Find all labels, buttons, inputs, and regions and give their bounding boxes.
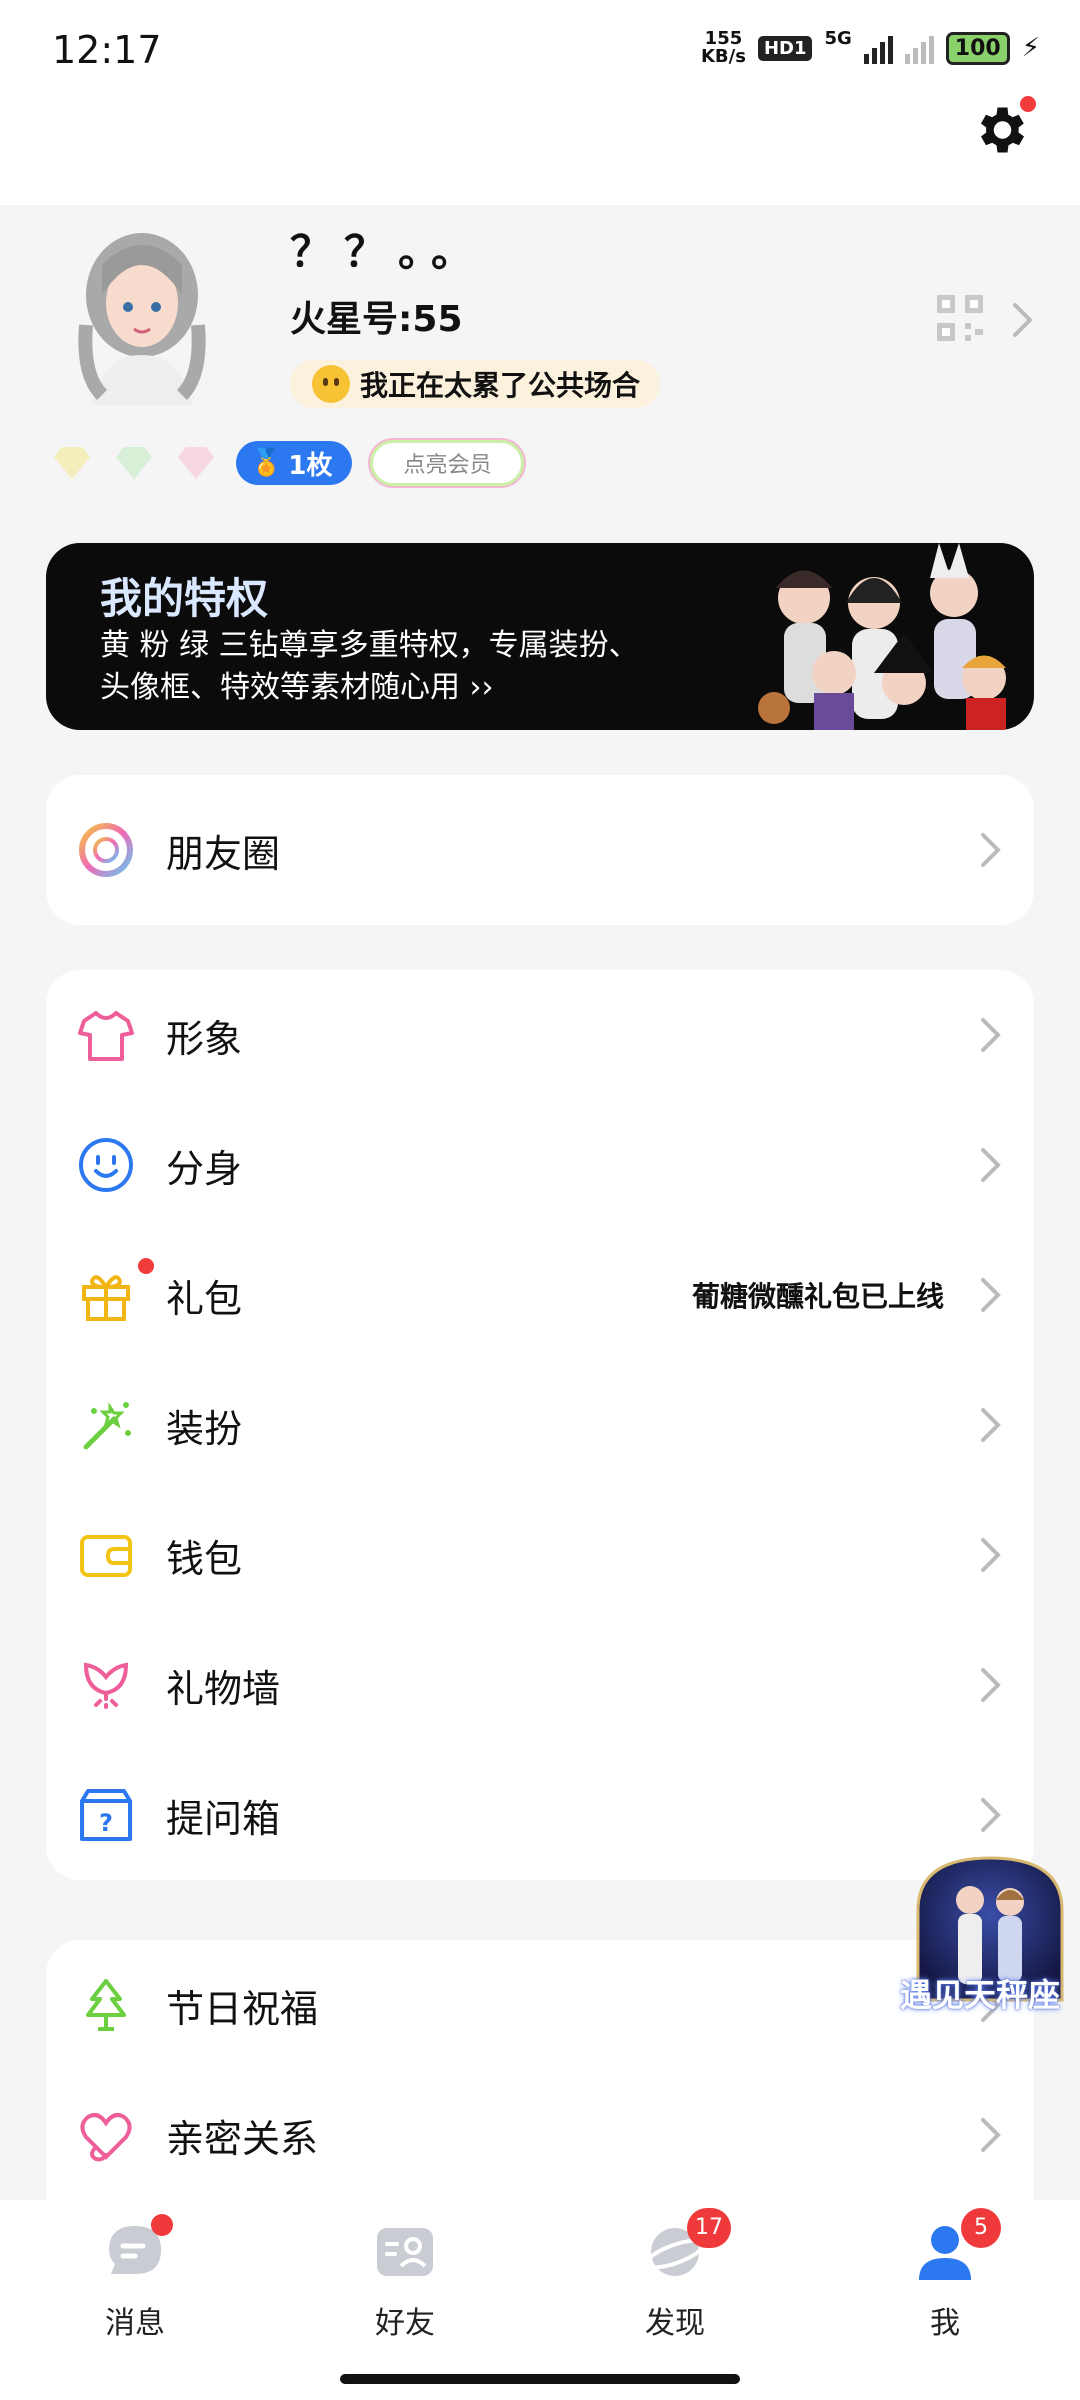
hd-indicator: HD1 (757, 35, 813, 61)
row-label: 朋友圈 (166, 831, 281, 876)
friends-icon (377, 2228, 433, 2276)
profile-id: 火星号:55 (290, 299, 463, 340)
settings-notification-dot (1020, 96, 1036, 112)
signal-2-icon (904, 32, 934, 64)
chevron-right-icon (981, 833, 1001, 867)
tab-label: 好友 (375, 2306, 435, 2341)
chevron-right-icon (981, 1018, 1001, 1052)
row-wallet[interactable]: 钱包 (46, 1490, 1034, 1620)
me-badge: 5 (961, 2208, 1001, 2248)
row-label: 礼包 (166, 1276, 243, 1321)
moments-card: 朋友圈 (46, 775, 1034, 925)
chevron-right-icon (981, 1278, 1001, 1312)
emoji-icon (312, 365, 350, 403)
status-icons: 155 KB/s HD1 5G 100 ⚡ (700, 27, 1040, 67)
signal-icon (863, 32, 893, 64)
chevron-right-icon[interactable] (1010, 300, 1036, 340)
tab-label: 发现 (645, 2306, 705, 2341)
tab-label: 消息 (105, 2306, 165, 2341)
shirt-icon (78, 1011, 134, 1061)
bottom-nav: 消息 好友 17 发现 5 我 (0, 2200, 1080, 2400)
row-moments[interactable]: 朋友圈 (46, 775, 1034, 925)
qr-code-icon[interactable] (935, 293, 985, 343)
chevron-right-icon (981, 1668, 1001, 1702)
tab-label: 我 (930, 2306, 960, 2341)
wallet-icon (80, 1535, 132, 1577)
medal-icon: 🏅 (250, 448, 283, 478)
status-bar: 12:17 155 KB/s HD1 5G 100 ⚡ (0, 0, 1080, 100)
row-question-box[interactable]: ? 提问箱 (46, 1750, 1034, 1880)
row-label: 礼物墙 (166, 1666, 281, 1711)
privilege-banner[interactable]: 我的特权 黄 粉 绿 三钻尊享多重特权，专属装扮、头像框、特效等素材随心用 ›› (46, 543, 1034, 730)
row-dress-up[interactable]: 装扮 (46, 1360, 1034, 1490)
chevron-right-icon (981, 1408, 1001, 1442)
tab-me[interactable]: 5 我 (875, 2208, 1015, 2342)
vip-button[interactable]: 点亮会员 (370, 440, 525, 486)
row-avatar-look[interactable]: 形象 (46, 970, 1034, 1100)
row-alt-account[interactable]: 分身 (46, 1100, 1034, 1230)
banner-title: 我的特权 (100, 574, 269, 623)
banner-description: 黄 粉 绿 三钻尊享多重特权，专属装扮、头像框、特效等素材随心用 ›› (100, 628, 639, 705)
discover-badge: 17 (687, 2208, 731, 2248)
yellow-diamond-icon[interactable] (50, 443, 94, 483)
tab-friends[interactable]: 好友 (335, 2220, 475, 2342)
profile-name: ？？。。 (290, 227, 486, 276)
messages-notification-dot (151, 2214, 173, 2236)
gift-icon (82, 1275, 130, 1321)
pink-diamond-icon[interactable] (174, 443, 218, 483)
gift-notification-dot (138, 1258, 154, 1274)
status-pill[interactable]: 我正在太累了公共场合 (290, 360, 661, 408)
row-label: 钱包 (166, 1536, 243, 1581)
row-gift-wall[interactable]: 礼物墙 (46, 1620, 1034, 1750)
avatar-characters-image (758, 543, 1006, 730)
row-label: 形象 (166, 1016, 243, 1061)
status-text: 我正在太累了公共场合 (360, 369, 641, 402)
chevron-right-icon (981, 1538, 1001, 1572)
question-box-icon: ? (80, 1789, 132, 1841)
top-bar (0, 96, 1080, 205)
chevron-right-icon (981, 1148, 1001, 1182)
badge-row: 🏅 1枚 点亮会员 (50, 440, 525, 486)
heart-link-icon (80, 2113, 132, 2162)
tulip-icon (83, 1662, 129, 1709)
floating-promo-text: 遇见天秤座 (899, 1976, 1060, 2014)
row-label: 提问箱 (166, 1796, 281, 1841)
floating-promo[interactable]: 遇见天秤座 (900, 1850, 1080, 2030)
home-indicator[interactable] (340, 2374, 740, 2384)
row-label: 装扮 (166, 1406, 243, 1451)
tab-messages[interactable]: 消息 (65, 2214, 205, 2342)
clock: 12:17 (52, 28, 162, 72)
chevron-right-icon (981, 1798, 1001, 1832)
christmas-tree-icon (86, 1979, 126, 2031)
net-speed: 155 KB/s (700, 28, 746, 67)
network-type: 5G (824, 27, 852, 49)
gift-promo-text: 葡糖微醺礼包已上线 (691, 1280, 944, 1313)
features-card: 形象 分身 礼包 葡糖微醺礼包已上线 装扮 钱包 礼物墙 ? 提问箱 (46, 970, 1034, 1880)
magic-wand-icon (83, 1402, 131, 1450)
battery-icon: 100 (945, 31, 1010, 65)
green-diamond-icon[interactable] (112, 443, 156, 483)
avatar[interactable] (72, 225, 212, 405)
row-intimacy[interactable]: 亲密关系 (46, 2070, 1034, 2200)
medal-badge[interactable]: 🏅 1枚 (236, 441, 353, 485)
charging-icon: ⚡ (1021, 33, 1040, 63)
svg-text:?: ? (99, 1809, 113, 1837)
chevron-right-icon (981, 2118, 1001, 2152)
row-label: 亲密关系 (166, 2116, 319, 2161)
row-label: 分身 (166, 1146, 243, 1191)
tab-discover[interactable]: 17 发现 (605, 2208, 745, 2342)
moments-ring-icon (79, 823, 133, 877)
row-gift-pack[interactable]: 礼包 葡糖微醺礼包已上线 (46, 1230, 1034, 1360)
smiley-icon (79, 1138, 133, 1192)
settings-button[interactable] (970, 96, 1036, 160)
row-label: 节日祝福 (166, 1986, 319, 2031)
